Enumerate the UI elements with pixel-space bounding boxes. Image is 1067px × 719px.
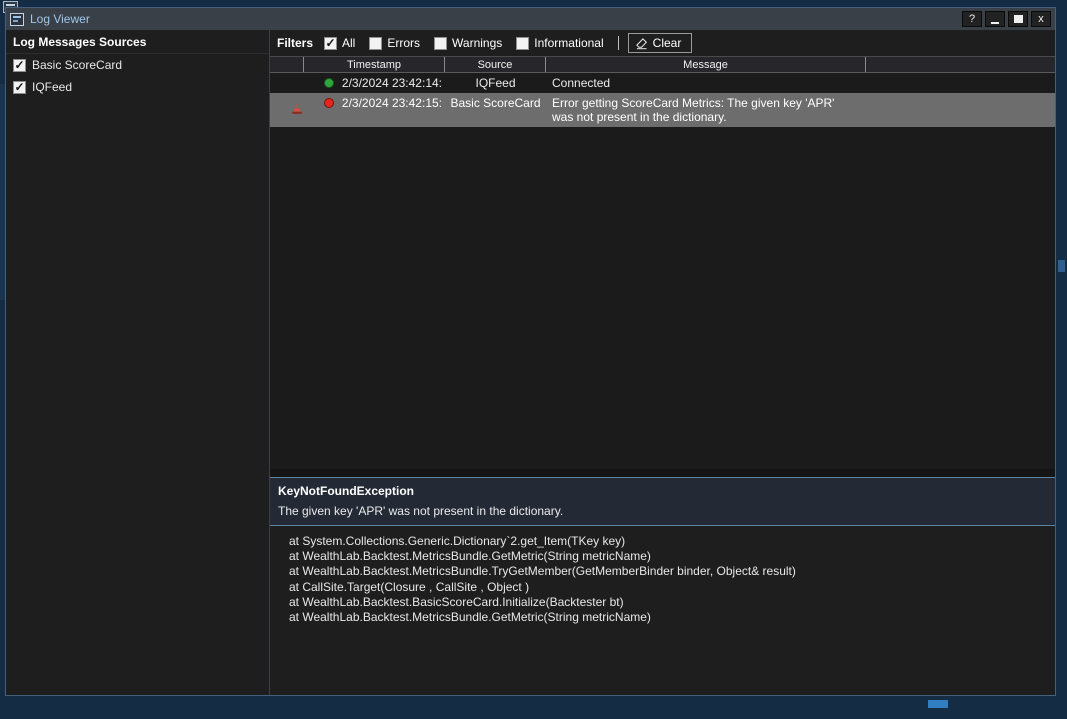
close-button[interactable]: x: [1031, 11, 1051, 27]
maximize-icon: [1014, 15, 1023, 23]
log-row-error[interactable]: 2/3/2024 23:42:15: Basic ScoreCard Error…: [270, 93, 1055, 127]
row-source: IQFeed: [445, 73, 546, 93]
row-message: Error getting ScoreCard Metrics: The giv…: [546, 93, 866, 127]
status-dot-red-icon: [324, 98, 334, 108]
column-header-status[interactable]: [270, 57, 304, 72]
minimize-button[interactable]: [985, 11, 1005, 27]
filter-label: All: [342, 36, 355, 50]
row-timestamp: 2/3/2024 23:42:15:: [342, 96, 442, 110]
row-message: Connected: [546, 73, 866, 93]
stack-trace-line: WealthLab.Backtest.MetricsBundle.TryGetM…: [276, 564, 1049, 579]
stack-trace-line: WealthLab.Backtest.MetricsBundle.GetMetr…: [276, 610, 1049, 625]
row-icon-cell: [270, 93, 304, 127]
column-header-source[interactable]: Source: [445, 57, 546, 72]
source-item-label: IQFeed: [32, 80, 72, 94]
log-table-empty-area: [270, 127, 1055, 469]
log-viewer-window: Log Viewer ? x Log Messages Sources Basi…: [5, 7, 1056, 696]
filters-bar: Filters All Errors Warnings Informationa…: [270, 30, 1055, 56]
title-bar[interactable]: Log Viewer ? x: [6, 8, 1055, 30]
filter-checkbox[interactable]: [369, 37, 382, 50]
source-item-iqfeed[interactable]: IQFeed: [6, 76, 269, 98]
filter-label: Informational: [534, 36, 603, 50]
background-window-accent: [928, 700, 948, 708]
filter-informational[interactable]: Informational: [516, 36, 603, 50]
panel-splitter[interactable]: [270, 469, 1055, 477]
alarm-icon: [291, 104, 303, 116]
row-timestamp-cell: 2/3/2024 23:42:14:: [304, 73, 445, 93]
log-table-header: Timestamp Source Message: [270, 56, 1055, 73]
log-viewer-icon: [10, 13, 24, 26]
clear-button-label: Clear: [653, 36, 682, 50]
filter-checkbox[interactable]: [516, 37, 529, 50]
source-item-basic-scorecard[interactable]: Basic ScoreCard: [6, 54, 269, 76]
sources-panel-header: Log Messages Sources: [6, 30, 269, 54]
exception-detail-panel: KeyNotFoundException The given key 'APR'…: [270, 477, 1055, 695]
source-checkbox[interactable]: [13, 59, 26, 72]
row-filler: [866, 93, 1055, 127]
source-checkbox[interactable]: [13, 81, 26, 94]
column-header-message[interactable]: Message: [546, 57, 866, 72]
minimize-icon: [991, 22, 999, 24]
row-source: Basic ScoreCard: [445, 93, 546, 127]
column-header-timestamp[interactable]: Timestamp: [304, 57, 445, 72]
stack-trace-line: System.Collections.Generic.Dictionary`2.…: [276, 534, 1049, 549]
log-sources-panel: Log Messages Sources Basic ScoreCard IQF…: [6, 30, 270, 695]
filter-all[interactable]: All: [324, 36, 355, 50]
filters-divider: [618, 36, 619, 50]
source-item-label: Basic ScoreCard: [32, 58, 122, 72]
filter-checkbox[interactable]: [434, 37, 447, 50]
log-messages-panel: Filters All Errors Warnings Informationa…: [270, 30, 1055, 695]
log-row-connected[interactable]: 2/3/2024 23:42:14: IQFeed Connected: [270, 73, 1055, 93]
help-button[interactable]: ?: [962, 11, 982, 27]
column-header-filler: [866, 57, 1055, 72]
background-window-edge: [1058, 260, 1065, 272]
window-controls: ? x: [962, 11, 1051, 27]
row-filler: [866, 73, 1055, 93]
stack-trace: System.Collections.Generic.Dictionary`2.…: [270, 526, 1055, 695]
log-table: Timestamp Source Message 2/3/2024 23:42:…: [270, 56, 1055, 469]
stack-trace-line: CallSite.Target(Closure , CallSite , Obj…: [276, 580, 1049, 595]
filters-label: Filters: [277, 36, 313, 50]
filter-label: Errors: [387, 36, 420, 50]
maximize-button[interactable]: [1008, 11, 1028, 27]
row-timestamp: 2/3/2024 23:42:14:: [342, 76, 442, 90]
filter-warnings[interactable]: Warnings: [434, 36, 502, 50]
exception-subtitle: The given key 'APR' was not present in t…: [278, 504, 1047, 518]
window-title: Log Viewer: [30, 12, 90, 26]
status-dot-green-icon: [324, 78, 334, 88]
filter-errors[interactable]: Errors: [369, 36, 420, 50]
filter-checkbox[interactable]: [324, 37, 337, 50]
exception-header: KeyNotFoundException The given key 'APR'…: [270, 478, 1055, 526]
clear-button[interactable]: Clear: [628, 33, 693, 53]
row-timestamp-cell: 2/3/2024 23:42:15:: [304, 93, 445, 127]
stack-trace-line: WealthLab.Backtest.BasicScoreCard.Initia…: [276, 595, 1049, 610]
stack-trace-line: WealthLab.Backtest.MetricsBundle.GetMetr…: [276, 549, 1049, 564]
window-body: Log Messages Sources Basic ScoreCard IQF…: [6, 30, 1055, 695]
eraser-icon: [635, 37, 648, 50]
filter-label: Warnings: [452, 36, 502, 50]
row-icon-cell: [270, 73, 304, 93]
exception-title: KeyNotFoundException: [278, 484, 1047, 498]
